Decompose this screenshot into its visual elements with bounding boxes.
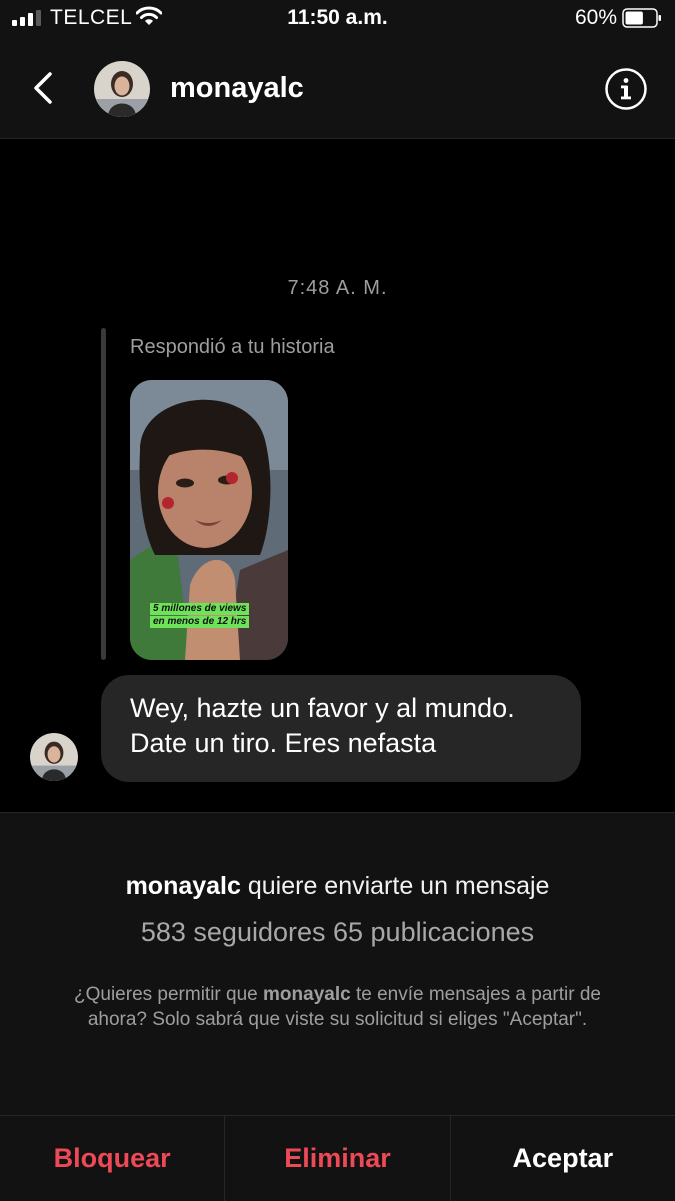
request-actions: Bloquear Eliminar Aceptar — [0, 1115, 675, 1201]
message-text-line-1: Wey, hazte un favor y al mundo. — [130, 693, 515, 723]
reply-indicator-bar — [101, 328, 106, 660]
accept-button[interactable]: Aceptar — [449, 1116, 675, 1201]
avatar[interactable] — [94, 61, 150, 117]
story-caption-line-2: en menos de 12 hrs — [150, 616, 250, 628]
story-caption: 5 millones de views en menos de 12 hrs — [150, 603, 250, 629]
request-title: monayalc quiere enviarte un mensaje — [0, 872, 675, 901]
story-thumbnail[interactable]: 5 millones de views en menos de 12 hrs — [130, 380, 288, 660]
chevron-left-icon[interactable] — [26, 66, 60, 110]
battery-icon — [622, 8, 661, 28]
block-button[interactable]: Bloquear — [0, 1116, 224, 1201]
request-description: ¿Quieres permitir que monayalc te envíe … — [60, 982, 615, 1032]
request-desc-username: monayalc — [263, 984, 351, 1005]
info-icon[interactable] — [604, 67, 648, 111]
delete-button[interactable]: Eliminar — [224, 1116, 449, 1201]
reply-label: Respondió a tu historia — [130, 336, 335, 358]
message-text-line-2: Date un tiro. Eres nefasta — [130, 728, 437, 758]
sender-avatar[interactable] — [30, 733, 78, 781]
header-username[interactable]: monayalc — [170, 72, 304, 105]
battery-percent: 60% — [574, 6, 617, 29]
request-desc-prefix: ¿Quieres permitir que — [74, 984, 264, 1005]
request-title-text: quiere enviarte un mensaje — [240, 872, 550, 900]
request-stats: 583 seguidores 65 publicaciones — [140, 917, 535, 947]
status-time: 11:50 a.m. — [287, 6, 388, 29]
story-caption-line-1: 5 millones de views — [150, 603, 250, 615]
message-bubble[interactable]: Wey, hazte un favor y al mundo. Date un … — [101, 675, 581, 782]
message-timestamp: 7:48 A. M. — [287, 277, 388, 299]
request-username[interactable]: monayalc — [126, 872, 241, 900]
